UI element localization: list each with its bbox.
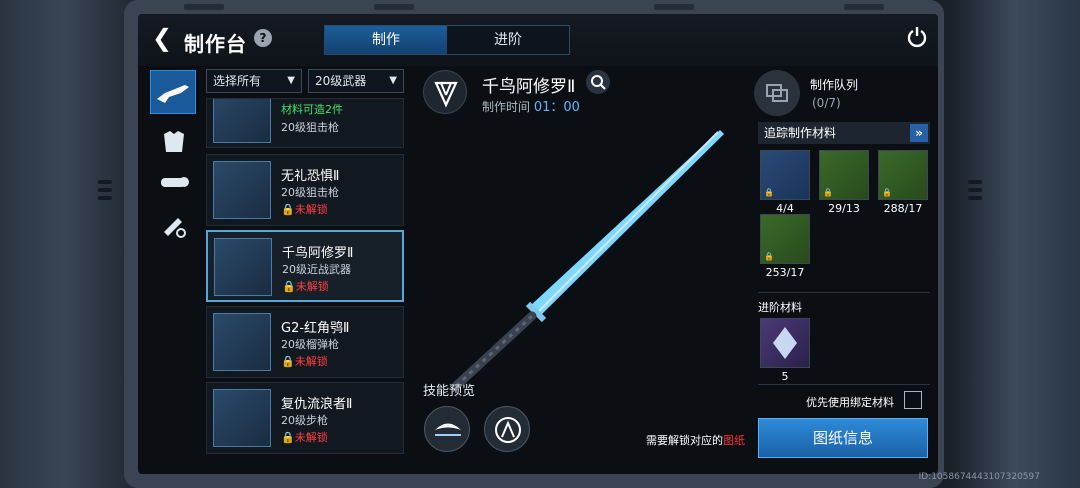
sniper-rifle-thumbnail <box>213 161 271 219</box>
craft-queue-label: 制作队列 <box>810 78 859 92</box>
double-chevron-right-icon[interactable]: » <box>910 124 928 142</box>
item-lock-status: 🔒未解锁 <box>281 431 328 444</box>
lock-text: 未解锁 <box>294 203 328 216</box>
player-id: ID:1058674443107320597 <box>918 472 1040 482</box>
bound-lock-icon: 🔒 <box>764 188 774 197</box>
item-type: 20级步枪 <box>281 414 328 427</box>
category-rifle-tab[interactable] <box>150 70 196 114</box>
item-name: 无礼恐惧Ⅱ <box>281 169 340 184</box>
scope-icon <box>161 177 189 187</box>
skill-preview-title: 技能预览 <box>423 384 476 399</box>
chevron-down-icon: ▼ <box>389 75 397 86</box>
lock-text: 未解锁 <box>295 280 329 293</box>
page-title: 制作台 <box>184 32 247 56</box>
frame-grip <box>968 180 982 184</box>
unlock-requirement-text: 需要解锁对应的图纸 <box>646 432 745 448</box>
spin-skill-icon[interactable] <box>484 406 530 452</box>
slash-skill-icon[interactable] <box>424 406 470 452</box>
list-item-selected[interactable]: 千鸟阿修罗Ⅱ 20级近战武器 🔒未解锁 <box>206 230 404 302</box>
game-background: ❮ 制作台 ? 制作 进阶 选择所有 ▼ 20级武器 ▼ 材料可造2件 20级狙… <box>0 0 1080 488</box>
prefer-bound-label: 优先使用绑定材料 <box>806 396 894 409</box>
bound-lock-icon: 🔒 <box>764 252 774 261</box>
armor-icon <box>164 131 184 152</box>
type-filter-dropdown[interactable]: 选择所有 ▼ <box>206 69 302 93</box>
material-slot[interactable]: 🔒 <box>760 214 810 264</box>
material-slot[interactable]: 🔒 <box>878 150 928 200</box>
craft-queue-icon[interactable] <box>754 70 800 116</box>
weapon-type-emblem-icon <box>423 70 467 114</box>
track-materials-bar[interactable]: 追踪制作材料 » <box>758 122 930 144</box>
list-item[interactable]: 材料可造2件 20级狙击枪 <box>206 98 404 148</box>
item-name: 千鸟阿修罗Ⅱ <box>282 246 354 261</box>
tab-craft[interactable]: 制作 <box>325 26 447 54</box>
item-lock-status: 🔒未解锁 <box>282 280 329 293</box>
blueprint-info-button[interactable]: 图纸信息 <box>758 418 928 458</box>
frame-grip <box>968 188 982 192</box>
weapon-name: 千鸟阿修罗Ⅱ <box>482 77 576 97</box>
craft-queue-count: (0/7) <box>812 96 841 110</box>
bound-lock-icon: 🔒 <box>882 188 892 197</box>
frame-grip <box>968 196 982 200</box>
crystal-icon <box>773 327 797 359</box>
craft-time-value: 01：00 <box>533 100 580 115</box>
material-slot[interactable]: 🔒 <box>760 150 810 200</box>
bound-lock-icon: 🔒 <box>823 188 833 197</box>
category-attachment-tab[interactable] <box>152 162 196 202</box>
katana-model-image <box>451 130 724 391</box>
tab-bar: 制作 进阶 <box>324 25 570 55</box>
item-type: 20级近战武器 <box>282 263 351 276</box>
material-count: 29/13 <box>828 202 860 215</box>
tools-icon <box>164 218 186 238</box>
sniper-rifle-thumbnail <box>213 99 271 143</box>
unlock-prefix: 需要解锁对应的 <box>646 434 723 447</box>
frame-grip <box>98 188 112 192</box>
advanced-materials-label: 进阶材料 <box>758 301 802 314</box>
divider <box>758 292 930 293</box>
level-filter-value: 20级武器 <box>315 74 367 88</box>
advanced-material-count: 5 <box>781 370 789 383</box>
item-name: G2-红角鸮Ⅱ <box>281 321 350 336</box>
chevron-down-icon: ▼ <box>287 75 295 86</box>
rifle-thumbnail <box>213 389 271 447</box>
item-status: 材料可造2件 <box>281 103 343 116</box>
advanced-material-slot[interactable] <box>760 318 810 368</box>
power-icon[interactable] <box>906 26 928 48</box>
category-armor-tab[interactable] <box>152 122 196 162</box>
item-type: 20级榴弹枪 <box>281 338 339 351</box>
craft-time-label: 制作时间 <box>482 100 531 114</box>
lock-text: 未解锁 <box>294 431 328 444</box>
rifle-icon <box>157 85 189 103</box>
back-arrow-icon[interactable]: ❮ <box>152 26 172 50</box>
list-item[interactable]: 复仇流浪者Ⅱ 20级步枪 🔒未解锁 <box>206 382 404 454</box>
track-materials-label: 追踪制作材料 <box>764 126 837 140</box>
list-item[interactable]: 无礼恐惧Ⅱ 20级狙击枪 🔒未解锁 <box>206 154 404 226</box>
tab-advance[interactable]: 进阶 <box>447 26 569 54</box>
item-type: 20级狙击枪 <box>281 186 339 199</box>
unlock-highlight: 图纸 <box>723 434 745 447</box>
craft-time: 制作时间 01：00 <box>482 96 580 115</box>
top-bar: ❮ 制作台 ? 制作 进阶 <box>138 14 938 66</box>
list-item[interactable]: G2-红角鸮Ⅱ 20级榴弹枪 🔒未解锁 <box>206 306 404 378</box>
material-slot[interactable]: 🔒 <box>819 150 869 200</box>
level-filter-dropdown[interactable]: 20级武器 ▼ <box>308 69 404 93</box>
grenade-launcher-thumbnail <box>213 313 271 371</box>
crafting-screen: ❮ 制作台 ? 制作 进阶 选择所有 ▼ 20级武器 ▼ 材料可造2件 20级狙… <box>138 14 938 474</box>
category-tools-tab[interactable] <box>152 206 196 246</box>
material-count: 288/17 <box>883 202 923 215</box>
item-lock-status: 🔒未解锁 <box>281 355 328 368</box>
frame-grip <box>98 180 112 184</box>
frame-grip <box>98 196 112 200</box>
inspect-search-icon[interactable] <box>586 70 610 94</box>
item-lock-status: 🔒未解锁 <box>281 203 328 216</box>
divider <box>758 384 930 385</box>
prefer-bound-checkbox[interactable] <box>904 391 922 409</box>
help-icon[interactable]: ? <box>254 29 272 47</box>
item-type: 20级狙击枪 <box>281 121 339 134</box>
material-count: 253/17 <box>765 266 805 279</box>
item-name: 复仇流浪者Ⅱ <box>281 397 353 412</box>
type-filter-value: 选择所有 <box>213 74 262 88</box>
lock-text: 未解锁 <box>294 355 328 368</box>
katana-thumbnail <box>214 238 272 296</box>
